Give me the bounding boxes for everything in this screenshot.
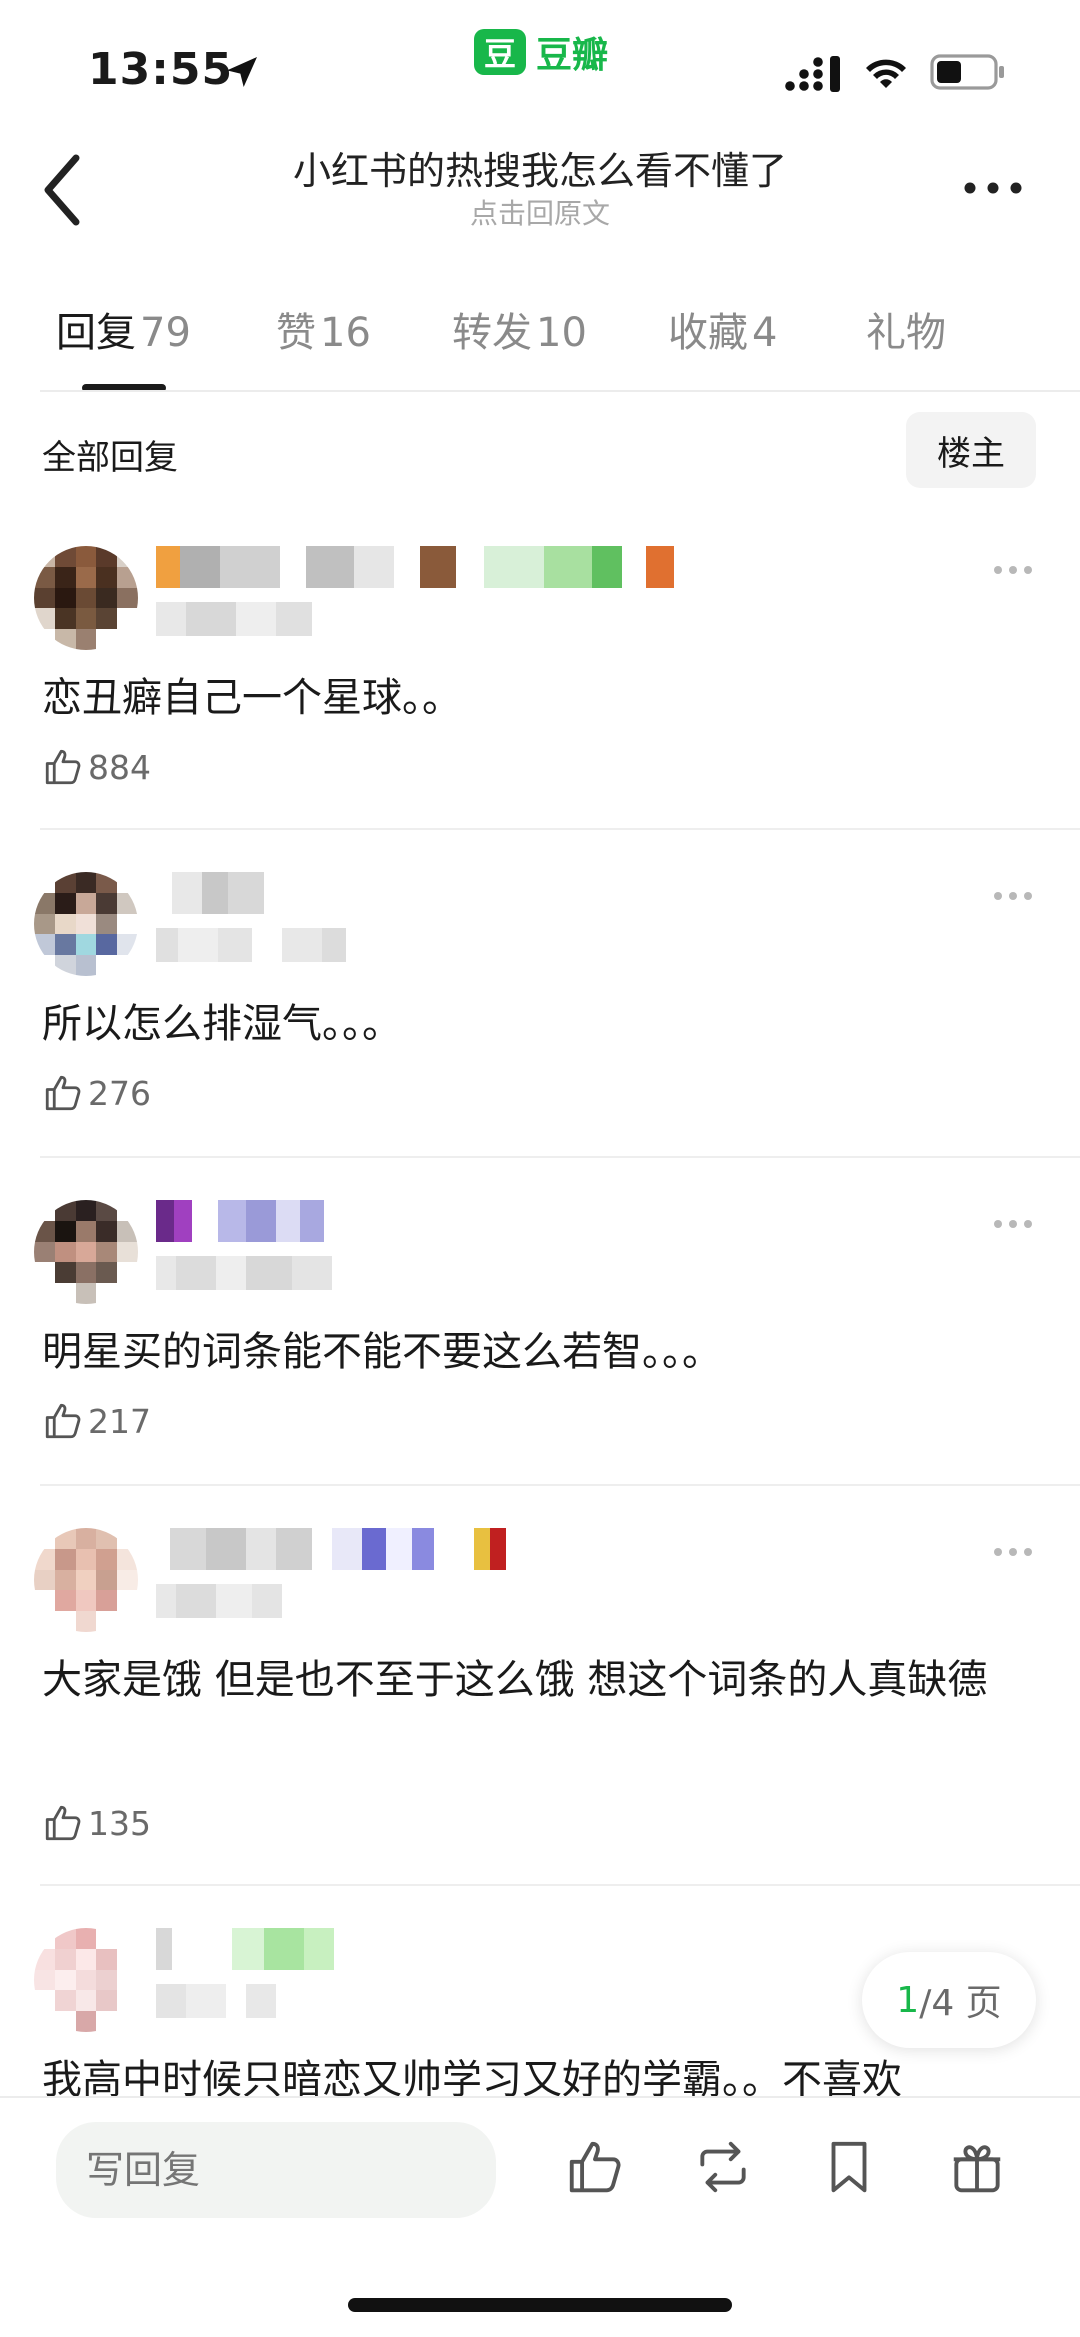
thumbs-up-icon — [45, 1805, 81, 1841]
like-count: 135 — [88, 1803, 151, 1843]
comment-divider — [40, 1156, 1080, 1158]
wifi-icon — [866, 59, 906, 88]
username-obscured[interactable] — [156, 1200, 324, 1242]
like-button[interactable]: 884 — [42, 746, 151, 788]
tab-count: 79 — [140, 310, 191, 356]
status-time: 13:55 — [88, 44, 234, 95]
douban-logo: 豆 — [474, 29, 526, 75]
current-page: 1 — [896, 1979, 920, 2021]
like-count: 884 — [88, 747, 151, 787]
comment-text: 恋丑癖自己一个星球。。 — [42, 675, 462, 721]
comment-more-icon[interactable] — [992, 564, 1034, 576]
reply-input[interactable] — [56, 2122, 496, 2218]
tab-collections[interactable]: 收藏 4 — [668, 300, 777, 358]
bottom-action-bar — [0, 2096, 1080, 2337]
repost-icon[interactable] — [692, 2136, 754, 2198]
comment-more-icon[interactable] — [992, 1546, 1034, 1558]
thumbs-up-icon — [45, 749, 81, 785]
username-obscured[interactable] — [156, 1528, 506, 1570]
username-obscured[interactable] — [156, 1928, 334, 1970]
user-meta-obscured — [156, 1584, 282, 1618]
comment-divider — [40, 828, 1080, 830]
tab-label: 转发 — [452, 310, 532, 356]
user-meta-obscured — [156, 1256, 332, 1290]
thumbs-up-icon — [45, 1403, 81, 1439]
tab-bar: 回复 79 赞 16 转发 10 收藏 4 礼物 — [0, 300, 1080, 392]
like-button[interactable]: 217 — [42, 1400, 151, 1442]
tabs-divider — [40, 390, 1080, 392]
tab-count: 4 — [752, 310, 778, 356]
app-badge: 豆 豆瓣 — [474, 26, 608, 78]
bookmark-icon[interactable] — [818, 2136, 880, 2198]
app-name: 豆瓣 — [536, 35, 609, 76]
user-meta-obscured — [156, 1984, 276, 2018]
like-count: 276 — [88, 1073, 151, 1113]
username-obscured[interactable] — [156, 872, 264, 914]
tab-reposts[interactable]: 转发 10 — [452, 300, 587, 358]
back-to-original-link[interactable]: 点击回原文 — [160, 192, 920, 232]
status-bar: 13:55 豆 豆瓣 — [0, 0, 1080, 140]
user-meta-obscured — [156, 602, 312, 636]
comment-text: 所以怎么排湿气。。。 — [42, 1001, 402, 1047]
avatar[interactable] — [34, 1528, 138, 1632]
tab-gifts[interactable]: 礼物 — [866, 300, 946, 358]
tab-label: 回复 — [56, 310, 136, 356]
comment-divider — [40, 1884, 1080, 1886]
home-indicator — [348, 2298, 732, 2312]
op-filter-button[interactable]: 楼主 — [906, 412, 1036, 488]
comment-more-icon[interactable] — [992, 1218, 1034, 1230]
gift-icon[interactable] — [946, 2136, 1008, 2198]
battery-icon — [930, 54, 1004, 90]
tab-count: 16 — [320, 310, 371, 356]
tab-likes[interactable]: 赞 16 — [276, 300, 371, 358]
comment-text: 明星买的词条能不能不要这么若智。。。 — [42, 1329, 722, 1375]
section-header: 全部回复 楼主 — [0, 412, 1080, 492]
cellular-signal-icon — [785, 56, 840, 92]
username-obscured[interactable] — [156, 546, 674, 588]
location-arrow-icon — [227, 57, 257, 87]
user-meta-obscured — [156, 928, 346, 962]
comment-divider — [40, 1484, 1080, 1486]
tab-count: 10 — [536, 310, 587, 356]
comment-text: 大家是饿 但是也不至于这么饿 想这个词条的人真缺德 — [42, 1657, 988, 1703]
tab-label: 收藏 — [668, 310, 748, 356]
top-nav: 小红书的热搜我怎么看不懂了 点击回原文 — [0, 140, 1080, 250]
avatar[interactable] — [34, 1928, 138, 2032]
more-horizontal-icon[interactable] — [962, 176, 1024, 200]
like-button[interactable]: 276 — [42, 1072, 151, 1114]
post-title: 小红书的热搜我怎么看不懂了 — [292, 149, 787, 193]
like-count: 217 — [88, 1401, 151, 1441]
comment-more-icon[interactable] — [992, 890, 1034, 902]
page-indicator[interactable]: 1/4 页 — [862, 1952, 1036, 2048]
like-button[interactable]: 135 — [42, 1802, 151, 1844]
tab-label: 赞 — [276, 310, 316, 356]
tab-replies[interactable]: 回复 79 — [56, 300, 191, 358]
avatar[interactable] — [34, 872, 138, 976]
thumbs-up-icon — [45, 1075, 81, 1111]
total-pages: /4 页 — [919, 1983, 1002, 2024]
thumbs-up-icon[interactable] — [564, 2136, 626, 2198]
tab-label: 礼物 — [866, 310, 946, 356]
section-title: 全部回复 — [42, 438, 178, 478]
chevron-left-icon[interactable] — [40, 150, 84, 230]
avatar[interactable] — [34, 1200, 138, 1304]
avatar[interactable] — [34, 546, 138, 650]
